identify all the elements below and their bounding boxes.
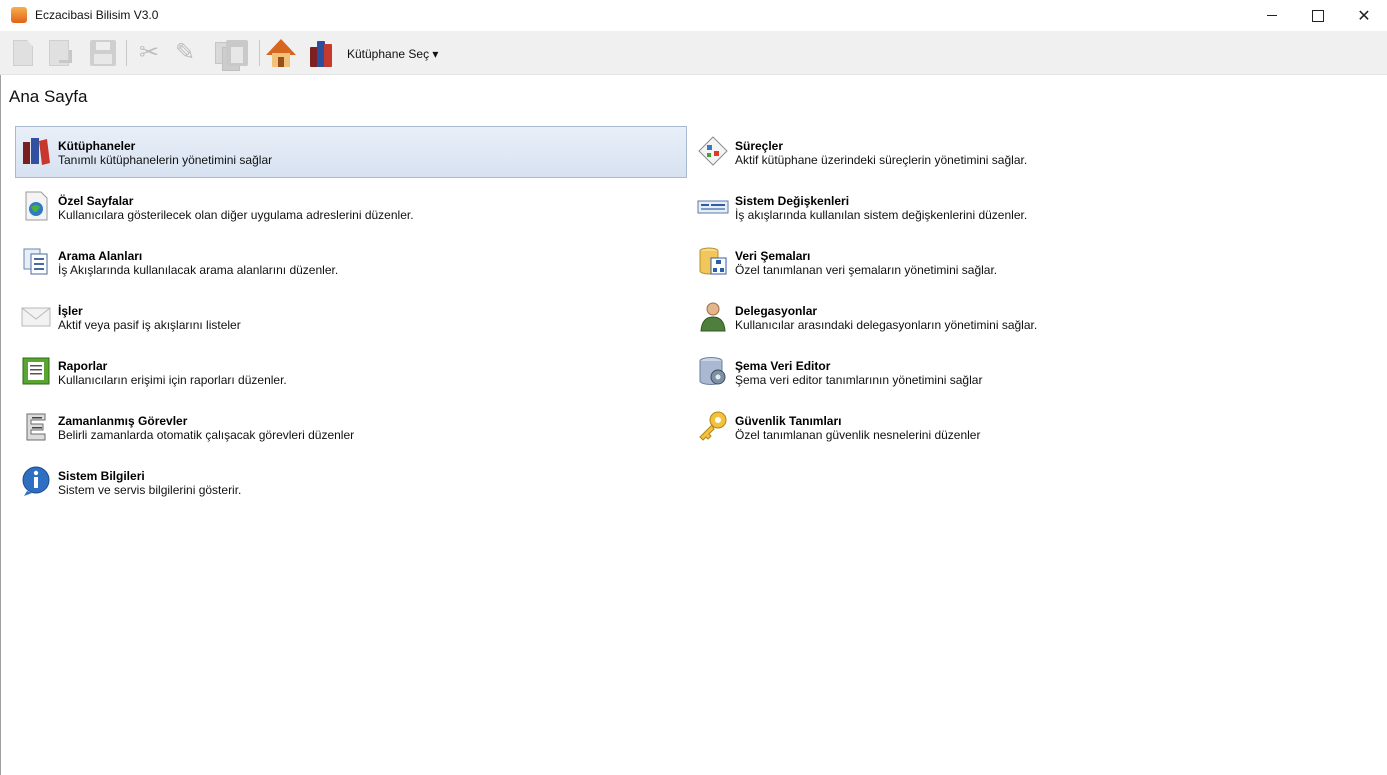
item-title: Raporlar xyxy=(58,359,108,373)
menu-item-sistem-degiskenleri[interactable]: Sistem Değişkenleri İş akışlarında kulla… xyxy=(692,181,1364,233)
globe-page-icon xyxy=(25,191,48,221)
item-description: İş akışlarında kullanılan sistem değişke… xyxy=(735,208,1028,222)
search-fields-icon xyxy=(23,248,48,275)
scissors-icon: ✂ xyxy=(138,39,160,66)
close-button[interactable]: ✕ xyxy=(1341,0,1387,31)
paste-icon xyxy=(226,40,248,66)
item-title: Delegasyonlar xyxy=(735,304,818,318)
item-description: Aktif kütüphane üzerindeki süreçlerin yö… xyxy=(735,153,1028,167)
new-document-button[interactable] xyxy=(8,37,38,69)
open-button[interactable] xyxy=(44,37,74,69)
home-icon xyxy=(266,39,296,67)
menu-item-sistem-bilgileri[interactable]: Sistem Bilgileri Sistem ve servis bilgil… xyxy=(15,456,687,508)
cut-button[interactable]: ✂ xyxy=(134,37,164,69)
window-title: Eczacibasi Bilisim V3.0 xyxy=(35,8,159,22)
item-title: Zamanlanmış Görevler xyxy=(58,414,188,428)
item-description: Kullanıcıların erişimi için raporları dü… xyxy=(58,373,287,387)
item-description: Özel tanımlanan güvenlik nesnelerini düz… xyxy=(735,428,981,442)
item-title: Veri Şemaları xyxy=(735,249,811,263)
format-button[interactable]: ✎ xyxy=(170,37,200,69)
menu-item-surecler[interactable]: Süreçler Aktif kütüphane üzerindeki süre… xyxy=(692,126,1364,178)
item-title: Sistem Değişkenleri xyxy=(735,194,850,208)
menu-item-guvenlik-tanimlari[interactable]: Güvenlik Tanımları Özel tanımlanan güven… xyxy=(692,401,1364,453)
app-icon xyxy=(11,7,27,23)
item-description: Belirli zamanlarda otomatik çalışacak gö… xyxy=(58,428,355,442)
menu-item-kutuphaneler[interactable]: Kütüphaneler Tanımlı kütüphanelerin yöne… xyxy=(15,126,687,178)
menu-item-raporlar[interactable]: Raporlar Kullanıcıların erişimi için rap… xyxy=(15,346,687,398)
item-description: Kullanıcılara gösterilecek olan diğer uy… xyxy=(58,208,414,222)
menu-item-isler[interactable]: İşler Aktif veya pasif iş akışlarını lis… xyxy=(15,291,687,343)
menu-item-ozel-sayfalar[interactable]: Özel Sayfalar Kullanıcılara gösterilecek… xyxy=(15,181,687,233)
menu-item-sema-veri-editor[interactable]: Şema Veri Editor Şema veri editor tanıml… xyxy=(692,346,1364,398)
menu-item-veri-semalari[interactable]: Veri Şemaları Özel tanımlanan veri şemal… xyxy=(692,236,1364,288)
item-title: Sistem Bilgileri xyxy=(58,469,145,483)
library-icon xyxy=(23,138,50,165)
info-icon xyxy=(22,466,50,496)
schema-editor-icon xyxy=(699,357,726,385)
item-title: İşler xyxy=(58,304,83,318)
library-select-dropdown[interactable]: Kütüphane Seç ▾ xyxy=(347,47,438,61)
item-description: Özel tanımlanan veri şemaların yönetimin… xyxy=(735,263,998,277)
variables-icon xyxy=(697,200,729,214)
key-icon xyxy=(699,411,727,441)
save-button[interactable] xyxy=(88,37,118,69)
save-icon xyxy=(90,40,116,66)
scheduled-tasks-icon xyxy=(26,413,46,441)
item-description: Aktif veya pasif iş akışlarını listeler xyxy=(58,318,241,332)
item-title: Arama Alanları xyxy=(58,249,143,263)
maximize-button[interactable] xyxy=(1295,0,1341,31)
database-schema-icon xyxy=(699,247,727,275)
page-title: Ana Sayfa xyxy=(9,87,88,106)
item-description: İş Akışlarında kullanılacak arama alanla… xyxy=(58,263,339,277)
menu-item-zamanlanmis-gorevler[interactable]: Zamanlanmış Görevler Belirli zamanlarda … xyxy=(15,401,687,453)
item-title: Güvenlik Tanımları xyxy=(735,414,842,428)
envelope-icon xyxy=(21,307,51,327)
item-description: Şema veri editor tanımlarının yönetimini… xyxy=(735,373,983,387)
process-icon xyxy=(698,136,728,166)
toolbar-separator xyxy=(259,40,260,66)
item-title: Kütüphaneler xyxy=(58,139,136,153)
report-icon xyxy=(22,357,50,385)
item-title: Süreçler xyxy=(735,139,784,153)
window-border xyxy=(0,75,1,775)
menu-item-arama-alanlari[interactable]: Arama Alanları İş Akışlarında kullanılac… xyxy=(15,236,687,288)
open-document-icon xyxy=(49,40,72,66)
item-description: Tanımlı kütüphanelerin yönetimini sağlar xyxy=(58,153,273,167)
home-button[interactable] xyxy=(266,37,296,69)
minimize-button[interactable] xyxy=(1249,0,1295,31)
menu-item-delegasyonlar[interactable]: Delegasyonlar Kullanıcılar arasındaki de… xyxy=(692,291,1364,343)
item-description: Kullanıcılar arasındaki delegasyonların … xyxy=(735,318,1038,332)
item-title: Özel Sayfalar xyxy=(58,194,134,208)
item-title: Şema Veri Editor xyxy=(735,359,831,373)
user-icon xyxy=(700,302,726,332)
books-icon xyxy=(308,39,334,67)
new-document-icon xyxy=(13,40,33,66)
item-description: Sistem ve servis bilgilerini gösterir. xyxy=(58,483,242,497)
title-bar: Eczacibasi Bilisim V3.0 ✕ xyxy=(0,0,1387,31)
pen-icon: ✎ xyxy=(174,39,196,66)
toolbar-separator xyxy=(126,40,127,66)
library-button[interactable] xyxy=(306,37,336,69)
paste-button[interactable] xyxy=(222,37,252,69)
